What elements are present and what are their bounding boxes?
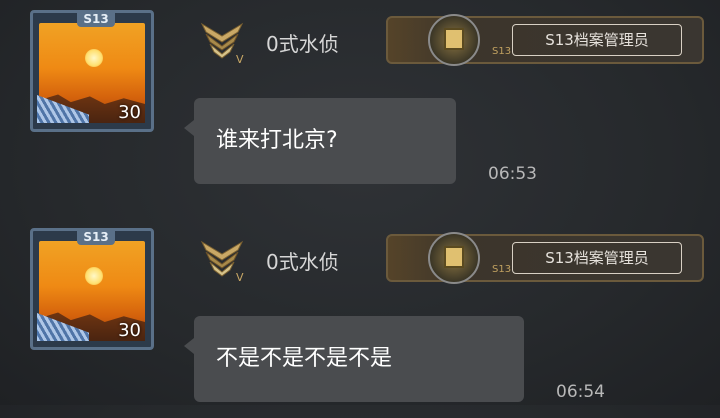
message-bubble: 谁来打北京? — [184, 98, 456, 184]
title-badge-season: S13 — [492, 46, 512, 57]
message-bubble: 不是不是不是不是 — [184, 316, 524, 402]
avatar-level: 30 — [118, 102, 141, 123]
message-timestamp: 06:53 — [488, 164, 537, 184]
archive-box-icon — [428, 14, 480, 66]
svg-text:V: V — [236, 271, 244, 282]
avatar-level: 30 — [118, 320, 141, 341]
title-badge-label: S13档案管理员 — [512, 242, 682, 274]
message-timestamp: 06:54 — [556, 382, 605, 402]
sender-name[interactable]: 0式水侦 — [266, 28, 339, 57]
sun-icon — [85, 267, 103, 285]
title-badge[interactable]: S13 S13档案管理员 — [386, 232, 704, 284]
title-badge-season: S13 — [492, 264, 512, 275]
archive-box-icon — [428, 232, 480, 284]
chat-message: S13 30 V 0式水侦 S13 S13档案管理员 不是不是不是不是 06:5… — [0, 218, 720, 418]
sun-icon — [85, 49, 103, 67]
svg-text:V: V — [236, 53, 244, 64]
sender-name[interactable]: 0式水侦 — [266, 246, 339, 275]
rank-v-chevron-icon: V — [200, 22, 244, 64]
title-badge-label: S13档案管理员 — [512, 24, 682, 56]
rank-v-chevron-icon: V — [200, 240, 244, 282]
title-badge[interactable]: S13 S13档案管理员 — [386, 14, 704, 66]
chat-message: S13 30 V 0式水侦 S13 S13档案管理员 谁来打北京? 06:53 — [0, 0, 720, 200]
avatar[interactable]: S13 30 — [30, 10, 154, 132]
avatar-season-tag: S13 — [77, 13, 115, 27]
avatar-season-tag: S13 — [77, 231, 115, 245]
avatar[interactable]: S13 30 — [30, 228, 154, 350]
